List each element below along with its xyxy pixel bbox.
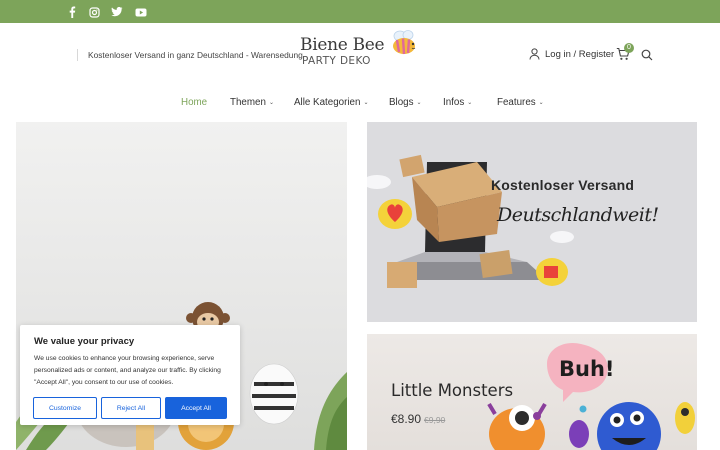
promo-banner-shipping[interactable]: Kostenloser Versand Deutschlandweit!: [367, 122, 697, 322]
cookie-customize-button[interactable]: Customize: [33, 397, 97, 419]
site-logo[interactable]: Biene Bee PARTY DEKO: [296, 27, 426, 75]
chevron-down-icon: ⌄: [268, 100, 274, 106]
cookie-accept-button[interactable]: Accept All: [165, 397, 227, 419]
bubble-text: Buh!: [559, 357, 614, 381]
promo-monsters-old-price: €9,90: [424, 415, 446, 425]
cookie-title: We value your privacy: [34, 336, 135, 347]
facebook-icon[interactable]: [65, 5, 79, 19]
chevron-down-icon: ⌄: [538, 100, 544, 106]
cookie-reject-button[interactable]: Reject All: [101, 397, 161, 419]
promo-monsters-title: Little Monsters: [391, 381, 514, 400]
nav-item-alle-kategorien[interactable]: Alle Kategorien ⌄: [294, 97, 368, 108]
header-divider: [77, 49, 78, 61]
user-icon: [529, 48, 540, 60]
login-register-link[interactable]: Log in / Register: [529, 48, 614, 60]
nav-item-themen[interactable]: Themen ⌄: [230, 97, 274, 108]
nav-item-label: Alle Kategorien: [294, 97, 361, 108]
cart-count-badge: 0: [624, 43, 634, 53]
nav-item-infos[interactable]: Infos ⌄: [443, 97, 472, 108]
top-bar: [0, 0, 720, 23]
youtube-icon[interactable]: [134, 5, 148, 19]
logo-subtext: PARTY DEKO: [302, 55, 371, 67]
twitter-icon[interactable]: [110, 5, 124, 19]
promo-banner-little-monsters[interactable]: Buh! Little Monsters €8.90 €9,90: [367, 334, 697, 450]
site-header: Kostenloser Versand in ganz Deutschland …: [0, 23, 720, 88]
logo-text: Biene Bee: [300, 35, 385, 55]
chevron-down-icon: ⌄: [416, 100, 422, 106]
search-icon: [641, 49, 653, 61]
nav-item-label: Infos: [443, 97, 465, 108]
nav-item-features[interactable]: Features ⌄: [497, 97, 544, 108]
main-navigation: Home Themen ⌄ Alle Kategorien ⌄ Blogs ⌄ Inf…: [0, 95, 720, 113]
nav-item-blogs[interactable]: Blogs ⌄: [389, 97, 422, 108]
shipping-note: Kostenloser Versand in ganz Deutschland …: [88, 50, 303, 60]
login-label: Log in / Register: [545, 48, 615, 60]
cookie-consent-banner: We value your privacy We use cookies to …: [20, 325, 240, 425]
nav-item-label: Features: [497, 97, 536, 108]
cookie-description: We use cookies to enhance your browsing …: [34, 355, 221, 386]
chevron-down-icon: ⌄: [363, 100, 369, 106]
nav-item-label: Blogs: [389, 97, 414, 108]
promo-shipping-title: Kostenloser Versand: [491, 177, 635, 193]
nav-item-home[interactable]: Home: [181, 97, 207, 108]
nav-item-label: Home: [181, 97, 208, 108]
promo-monsters-price: €8.90: [391, 412, 422, 426]
bee-icon: [393, 30, 416, 55]
search-button[interactable]: [641, 48, 655, 62]
chevron-down-icon: ⌄: [467, 100, 473, 106]
promo-shipping-script: Deutschlandweit!: [497, 204, 659, 226]
instagram-icon[interactable]: [87, 5, 101, 19]
nav-item-label: Themen: [230, 97, 266, 108]
